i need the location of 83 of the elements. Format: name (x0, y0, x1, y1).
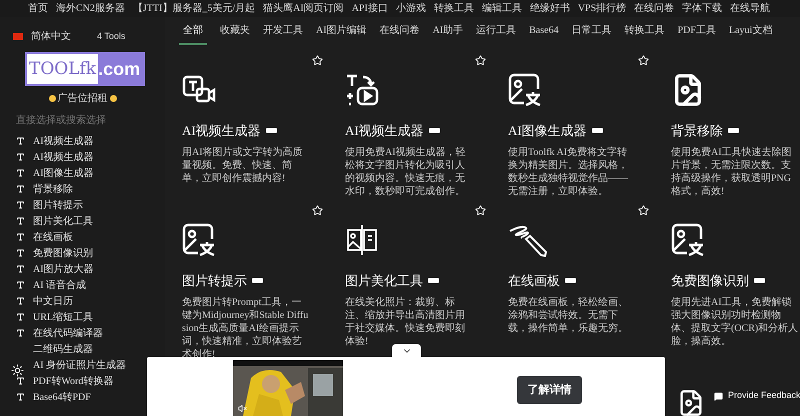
learn-more-button[interactable]: 了解详情 (517, 376, 582, 404)
sidebar-item[interactable]: 背景移除 (33, 182, 73, 196)
category-tab[interactable]: 收藏夹 (220, 17, 250, 45)
tool-count: 4 Tools (97, 30, 126, 43)
top-nav-link[interactable]: 绝缘好书 (530, 1, 570, 16)
sidebar-item[interactable]: 二维码生成器 (33, 342, 93, 356)
card-title[interactable]: 免费图像识别 (671, 271, 749, 290)
top-nav-link[interactable]: 【JTTI】服务器_5美元/月起 (132, 1, 256, 16)
favorite-star-icon[interactable] (312, 205, 323, 216)
card-title[interactable]: AI图像生成器 (508, 121, 587, 140)
sun-icon (10, 364, 24, 376)
top-nav-link[interactable]: 猫头鹰AI阅页订阅 (263, 1, 344, 16)
favorite-star-icon[interactable] (638, 55, 649, 66)
sidebar-item[interactable]: AI 语音合成 (33, 278, 86, 292)
sidebar-item[interactable]: AI视频生成器 (33, 134, 94, 148)
category-tab[interactable]: 日常工具 (572, 17, 612, 45)
card-title[interactable]: AI视频生成器 (182, 121, 261, 140)
card-description: 使用免费AI视频生成器，轻松将文字图片转化为吸引人的视频内容。快速无痕，无水印，数秒即可完成创作。 (345, 146, 467, 198)
flag-icon (13, 33, 23, 40)
ad-slot-text: 广告位招租 (58, 92, 108, 106)
category-tab[interactable]: 全部 (179, 17, 207, 45)
image-translate-icon (508, 73, 542, 107)
category-tab[interactable]: 在线问卷 (380, 17, 420, 45)
smiley-icon (110, 95, 116, 102)
sidebar-item[interactable]: AI图像生成器 (33, 166, 94, 180)
theme-toggle[interactable] (9, 362, 25, 378)
category-tab[interactable]: 转换工具 (624, 17, 665, 45)
favorite-star-icon[interactable] (312, 55, 323, 66)
category-tab[interactable]: AI图片编辑 (316, 17, 367, 45)
card-title[interactable]: AI视频生成器 (345, 121, 424, 140)
pencil-scribble-icon (508, 223, 548, 257)
category-tab[interactable]: 开发工具 (263, 17, 303, 45)
category-tab[interactable]: Base64 (529, 17, 559, 45)
sidebar-item[interactable]: 中文日历 (33, 294, 73, 308)
card-description: 在线美化照片：裁剪、标注、缩放并导出高清图片用于社交媒体。快速免费即刻体验! (345, 296, 466, 348)
card-description: 使用免费AI工具快速去除图片背景，无需注限次数。支持高级操作，获取透明PNG格式，高效! (671, 146, 793, 198)
category-tab[interactable]: Layui文档 (728, 17, 772, 45)
image-translate-icon (182, 223, 216, 257)
sidebar-item[interactable]: URL缩短工具 (33, 310, 93, 324)
favorite-star-icon[interactable] (475, 205, 486, 216)
chat-icon (714, 392, 723, 400)
card-title[interactable]: 图片美化工具 (345, 271, 423, 290)
top-nav-link[interactable]: 小游戏 (396, 1, 426, 16)
card-description: 免费在线画板，轻松绘画、涂鸦和尝试特效。无需下载，操作简单，乐趣无穷。 (508, 296, 629, 334)
sidebar-item[interactable]: AI 身份证照片生成器 (33, 358, 126, 372)
mute-icon[interactable] (238, 404, 247, 413)
top-nav-link[interactable]: API接口 (352, 1, 388, 16)
sidebar-item[interactable]: PDF转Word转换器 (33, 374, 114, 388)
smiley-icon (48, 95, 56, 102)
top-nav-link[interactable]: 在线问卷 (634, 1, 674, 16)
top-nav-link[interactable]: VPS排行榜 (578, 1, 626, 16)
collapse-ad-button[interactable] (392, 344, 421, 358)
sidebar-item[interactable]: 图片转提示 (33, 198, 83, 212)
sidebar-item[interactable]: Base64转PDF (33, 390, 91, 404)
card-description: 使用先进AI工具，免费解锁强大图像识别功时检测物体、提取文字(OCR)和分析人脸，操高效。 (671, 296, 800, 348)
sidebar-item[interactable]: 免费图像识别 (33, 246, 93, 260)
sidebar-item[interactable]: AI视频生成器 (33, 150, 94, 164)
category-tab[interactable]: PDF工具 (678, 17, 716, 45)
sidebar-item[interactable]: 在线代码编译器 (33, 326, 103, 340)
card-description: 用AI将图片或文字转为高质量视频。免费、快速、简单，立即创作震撼内容! (182, 146, 304, 184)
search-field[interactable]: 直接选择或搜索选择 (16, 111, 146, 129)
category-tab[interactable]: AI助手 (432, 17, 464, 45)
language-selector[interactable]: 简体中文 (31, 29, 71, 44)
favorite-star-icon[interactable] (475, 55, 486, 66)
top-nav-link[interactable]: 首页 (28, 1, 48, 16)
card-description: 使用Toolfk AI免费将文字转换为精美图片。选择风格，数秒生成独特视觉作品——无需注册，立即体验。 (508, 146, 629, 198)
card-title[interactable]: 背景移除 (671, 121, 723, 140)
sidebar-item[interactable]: 图片美化工具 (33, 214, 93, 228)
image-translate-icon (671, 223, 705, 257)
top-nav-link[interactable]: 字体下载 (682, 1, 722, 16)
top-nav-link[interactable]: 在线导航 (730, 1, 770, 16)
card-title[interactable]: 在线画板 (508, 271, 560, 290)
text-play-icon (345, 73, 379, 107)
favorite-star-icon[interactable] (638, 205, 649, 216)
sidebar-item[interactable]: AI图片放大器 (33, 262, 94, 276)
top-nav-link[interactable]: 海外CN2服务器 (56, 1, 125, 16)
site-logo[interactable]: TOOLfk.com (25, 52, 145, 86)
top-nav-link[interactable]: 编辑工具 (482, 1, 522, 16)
top-nav-link[interactable]: 转换工具 (434, 1, 474, 16)
category-tab[interactable]: 运行工具 (476, 17, 516, 45)
sidebar-item[interactable]: 在线画板 (33, 230, 73, 244)
card-title[interactable]: 图片转提示 (182, 271, 247, 290)
split-image-icon (345, 223, 379, 257)
